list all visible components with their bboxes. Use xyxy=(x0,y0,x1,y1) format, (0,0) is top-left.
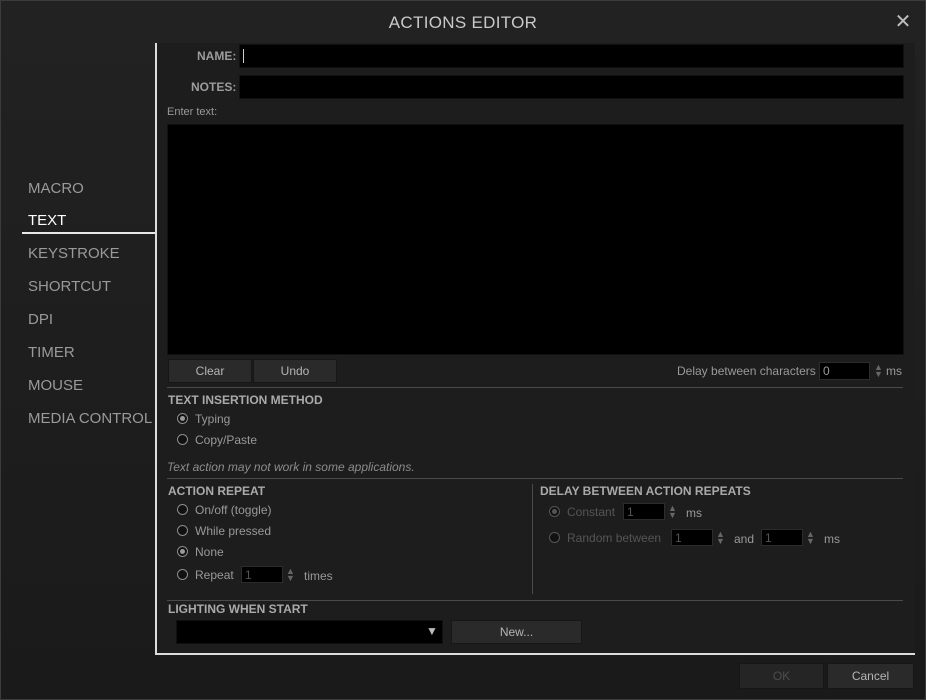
none-label[interactable]: None xyxy=(195,545,224,559)
constant-input[interactable]: 1 xyxy=(623,503,665,520)
typing-radio[interactable] xyxy=(177,413,188,424)
random-radio[interactable] xyxy=(549,532,560,543)
close-icon[interactable]: ✕ xyxy=(893,12,913,32)
delay-chars-label: Delay between characters xyxy=(677,364,816,378)
lighting-dropdown[interactable]: ▼ xyxy=(176,620,443,644)
random-min-stepper[interactable]: ▲ ▼ xyxy=(716,530,725,546)
window-title: ACTIONS EDITOR xyxy=(388,13,538,32)
nav-active-indicator xyxy=(22,232,156,234)
toggle-radio[interactable] xyxy=(177,504,188,515)
constant-stepper[interactable]: ▲ ▼ xyxy=(668,504,677,520)
while-pressed-radio[interactable] xyxy=(177,525,188,536)
column-divider xyxy=(532,484,533,594)
repeat-label[interactable]: Repeat xyxy=(195,568,234,582)
nav-item-mouse[interactable]: MOUSE xyxy=(28,377,83,394)
nav-item-text[interactable]: TEXT xyxy=(28,212,66,229)
repeat-unit: times xyxy=(304,569,333,583)
random-max-stepper[interactable]: ▲ ▼ xyxy=(806,530,815,546)
repeat-count-stepper[interactable]: ▲ ▼ xyxy=(286,567,295,583)
constant-unit: ms xyxy=(686,506,702,520)
nav-item-shortcut[interactable]: SHORTCUT xyxy=(28,278,111,295)
divider xyxy=(167,387,903,388)
divider xyxy=(167,600,903,601)
lighting-heading: LIGHTING WHEN START xyxy=(168,602,308,616)
constant-label[interactable]: Constant xyxy=(567,505,615,519)
nav-item-macro[interactable]: MACRO xyxy=(28,180,84,197)
notes-label: NOTES: xyxy=(191,80,237,94)
delay-repeats-heading: DELAY BETWEEN ACTION REPEATS xyxy=(540,484,751,498)
random-max-input[interactable]: 1 xyxy=(761,529,803,546)
random-label[interactable]: Random between xyxy=(567,531,661,545)
while-pressed-label[interactable]: While pressed xyxy=(195,524,271,538)
insertion-heading: TEXT INSERTION METHOD xyxy=(168,393,323,407)
toggle-label[interactable]: On/off (toggle) xyxy=(195,503,272,517)
enter-text-area[interactable] xyxy=(167,124,904,355)
and-label: and xyxy=(734,532,755,546)
enter-text-label: Enter text: xyxy=(167,106,218,118)
repeat-radio[interactable] xyxy=(177,569,188,580)
insertion-warning: Text action may not work in some applica… xyxy=(167,460,415,474)
random-min-input[interactable]: 1 xyxy=(671,529,713,546)
nav-item-keystroke[interactable]: KEYSTROKE xyxy=(28,245,120,262)
nav-item-dpi[interactable]: DPI xyxy=(28,311,53,328)
text-cursor xyxy=(243,49,244,63)
copy-paste-radio[interactable] xyxy=(177,434,188,445)
undo-button[interactable]: Undo xyxy=(253,359,337,383)
repeat-count-input[interactable]: 1 xyxy=(241,566,283,583)
repeat-heading: ACTION REPEAT xyxy=(168,484,266,498)
random-unit: ms xyxy=(824,532,840,546)
name-label: NAME: xyxy=(197,49,237,63)
delay-chars-input[interactable]: 0 xyxy=(819,362,870,380)
typing-label[interactable]: Typing xyxy=(195,412,230,426)
delay-chars-unit: ms xyxy=(886,364,902,378)
cancel-button[interactable]: Cancel xyxy=(827,663,914,689)
copy-paste-label[interactable]: Copy/Paste xyxy=(195,433,257,447)
constant-radio[interactable] xyxy=(549,506,560,517)
none-radio[interactable] xyxy=(177,546,188,557)
clear-button[interactable]: Clear xyxy=(168,359,252,383)
new-lighting-button[interactable]: New... xyxy=(451,620,582,644)
ok-button[interactable]: OK xyxy=(739,663,824,689)
notes-field[interactable] xyxy=(239,75,904,99)
delay-chars-stepper[interactable]: ▲ ▼ xyxy=(874,363,883,379)
divider xyxy=(167,478,903,479)
name-field[interactable] xyxy=(239,44,904,68)
nav-item-timer[interactable]: TIMER xyxy=(28,344,75,361)
chevron-down-icon: ▼ xyxy=(426,624,438,638)
nav-item-media-control[interactable]: MEDIA CONTROL xyxy=(28,410,152,427)
